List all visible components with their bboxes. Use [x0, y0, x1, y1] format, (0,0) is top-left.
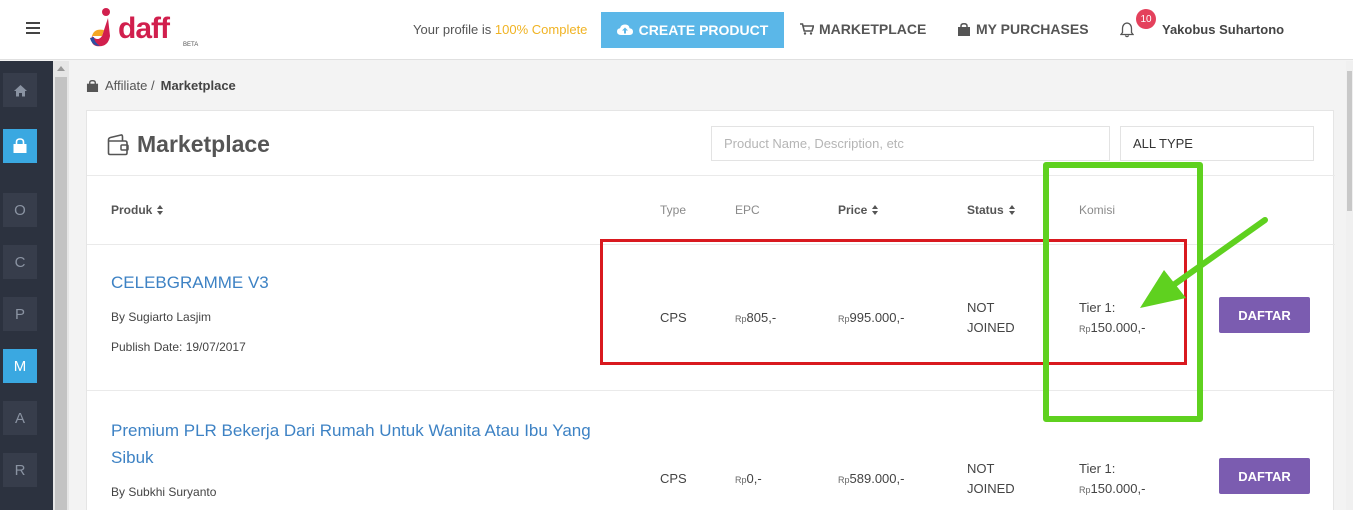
notification-badge: 10 — [1136, 9, 1156, 29]
page-title: Marketplace — [107, 131, 270, 158]
logo-beta: BETA — [183, 42, 199, 48]
wallet-icon — [107, 133, 129, 155]
col-price-label: Price — [838, 203, 868, 217]
row-status: NOT JOINED — [967, 459, 1015, 499]
shopping-bag-icon — [13, 138, 27, 153]
shopping-bag-icon — [86, 79, 99, 92]
logo-text: daff — [118, 12, 170, 45]
nav-marketplace[interactable]: MARKETPLACE — [800, 21, 926, 37]
row-komisi-value: 150.000,- — [1090, 481, 1146, 496]
breadcrumb: Affiliate / Marketplace — [86, 78, 236, 93]
sidebar-item-m[interactable]: M — [3, 349, 37, 383]
col-header-price[interactable]: Price — [838, 203, 879, 217]
col-header-status[interactable]: Status — [967, 203, 1016, 217]
shopping-bag-icon — [958, 22, 970, 36]
sidebar-item-marketplace[interactable] — [3, 129, 37, 163]
cloud-upload-icon — [616, 24, 633, 35]
currency-label: Rp — [735, 475, 747, 485]
product-author: By Sugiarto Lasjim — [111, 310, 212, 324]
sidebar-item-o[interactable]: O — [3, 193, 37, 227]
nav-marketplace-label: MARKETPLACE — [819, 21, 927, 37]
annotation-arrow-icon — [1140, 217, 1268, 308]
row-price: Rp589.000,- — [838, 469, 904, 490]
profile-prefix: Your profile is — [413, 22, 495, 37]
sort-icon — [872, 204, 879, 216]
page-scrollbar[interactable] — [1346, 61, 1353, 510]
product-name-link[interactable]: Premium PLR Bekerja Dari Rumah Untuk Wan… — [111, 417, 591, 471]
top-header: daff BETA Your profile is 100% Complete … — [0, 0, 1353, 60]
scrollbar-thumb[interactable] — [55, 77, 67, 510]
logo[interactable]: daff BETA — [88, 6, 203, 54]
content-scrollbar[interactable] — [53, 61, 69, 510]
sidebar: O C P M A R — [0, 61, 53, 510]
home-icon — [13, 84, 27, 96]
breadcrumb-parent[interactable]: Affiliate / — [105, 78, 155, 93]
sidebar-item-home[interactable] — [3, 73, 37, 107]
sidebar-item-p[interactable]: P — [3, 297, 37, 331]
daftar-button[interactable]: DAFTAR — [1219, 458, 1310, 494]
product-author: By Subkhi Suryanto — [111, 485, 217, 499]
create-product-label: CREATE PRODUCT — [638, 22, 769, 38]
profile-completion: Your profile is 100% Complete — [413, 22, 587, 37]
row-type: CPS — [660, 471, 687, 486]
bell-icon[interactable] — [1120, 22, 1134, 38]
nav-my-purchases-label: MY PURCHASES — [976, 21, 1089, 37]
sort-icon — [1008, 204, 1016, 216]
user-menu[interactable]: Yakobus Suhartono — [1162, 22, 1284, 37]
currency-label: Rp — [838, 475, 850, 485]
scroll-up-icon[interactable] — [57, 66, 65, 71]
col-status-label: Status — [967, 203, 1004, 217]
product-publish-date: Publish Date: 19/07/2017 — [111, 340, 246, 354]
sidebar-item-c[interactable]: C — [3, 245, 37, 279]
row-epc-value: 0,- — [746, 471, 762, 486]
col-header-type: Type — [660, 203, 687, 217]
row-komisi-tier: Tier 1: — [1079, 461, 1116, 476]
col-header-produk[interactable]: Produk — [111, 203, 164, 217]
page-title-text: Marketplace — [137, 131, 270, 157]
row-price-value: 589.000,- — [849, 471, 905, 486]
page-scrollbar-thumb[interactable] — [1347, 71, 1352, 211]
search-input[interactable] — [711, 126, 1110, 161]
row-komisi: Tier 1: Rp150.000,- — [1079, 459, 1145, 500]
type-filter-select[interactable]: ALL TYPE — [1120, 126, 1314, 161]
sort-icon — [157, 204, 164, 216]
row-epc: Rp0,- — [735, 469, 762, 490]
col-header-epc: EPC — [735, 203, 760, 217]
breadcrumb-current: Marketplace — [160, 78, 236, 93]
row-status-line2: JOINED — [967, 481, 1015, 496]
cart-icon — [800, 23, 814, 35]
sidebar-item-a[interactable]: A — [3, 401, 37, 435]
product-name-link[interactable]: CELEBGRAMME V3 — [111, 269, 591, 296]
row-status-line1: NOT — [967, 461, 995, 476]
col-produk-label: Produk — [111, 203, 153, 217]
create-product-button[interactable]: CREATE PRODUCT — [601, 12, 784, 48]
profile-percent: 100% Complete — [494, 22, 588, 37]
nav-my-purchases[interactable]: MY PURCHASES — [957, 21, 1089, 37]
menu-toggle-icon[interactable] — [26, 22, 40, 36]
sidebar-item-r[interactable]: R — [3, 453, 37, 487]
currency-label: Rp — [1079, 485, 1091, 495]
